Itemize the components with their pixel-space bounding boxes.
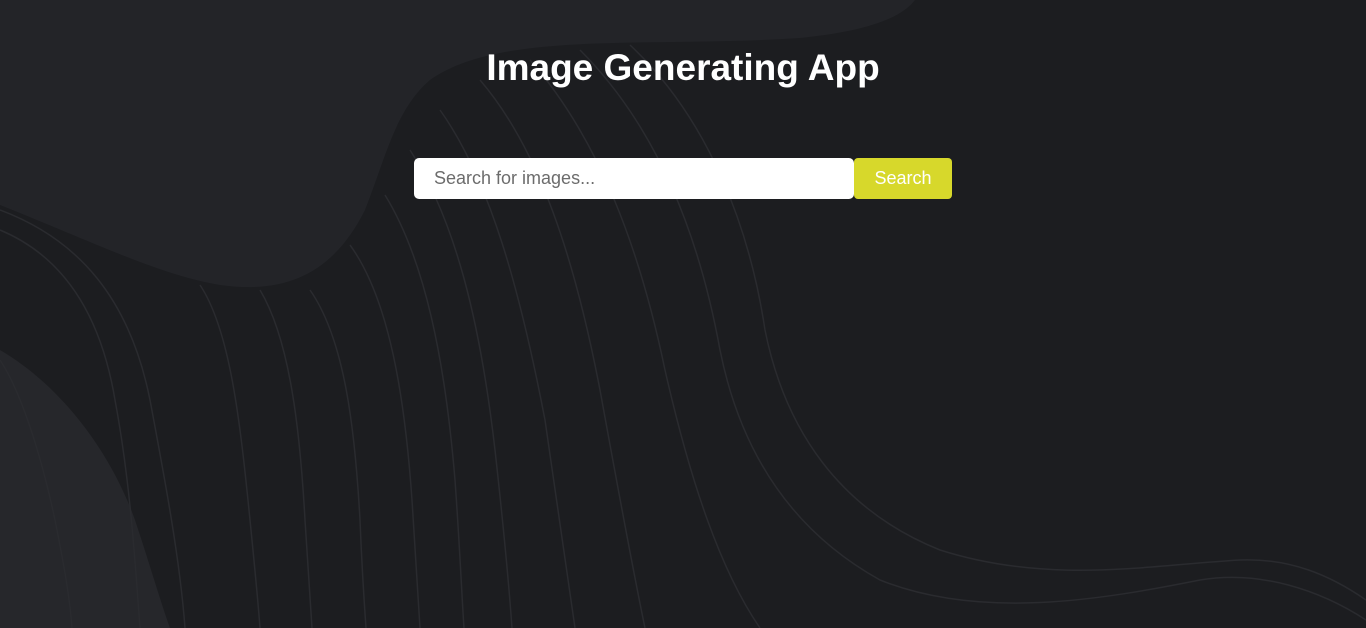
page-title: Image Generating App — [486, 47, 880, 88]
search-input[interactable] — [414, 158, 854, 199]
app-page: Image Generating App Search — [0, 0, 1366, 628]
main-content: Image Generating App Search — [0, 0, 1366, 628]
search-button[interactable]: Search — [854, 158, 952, 199]
search-form: Search — [414, 158, 952, 199]
